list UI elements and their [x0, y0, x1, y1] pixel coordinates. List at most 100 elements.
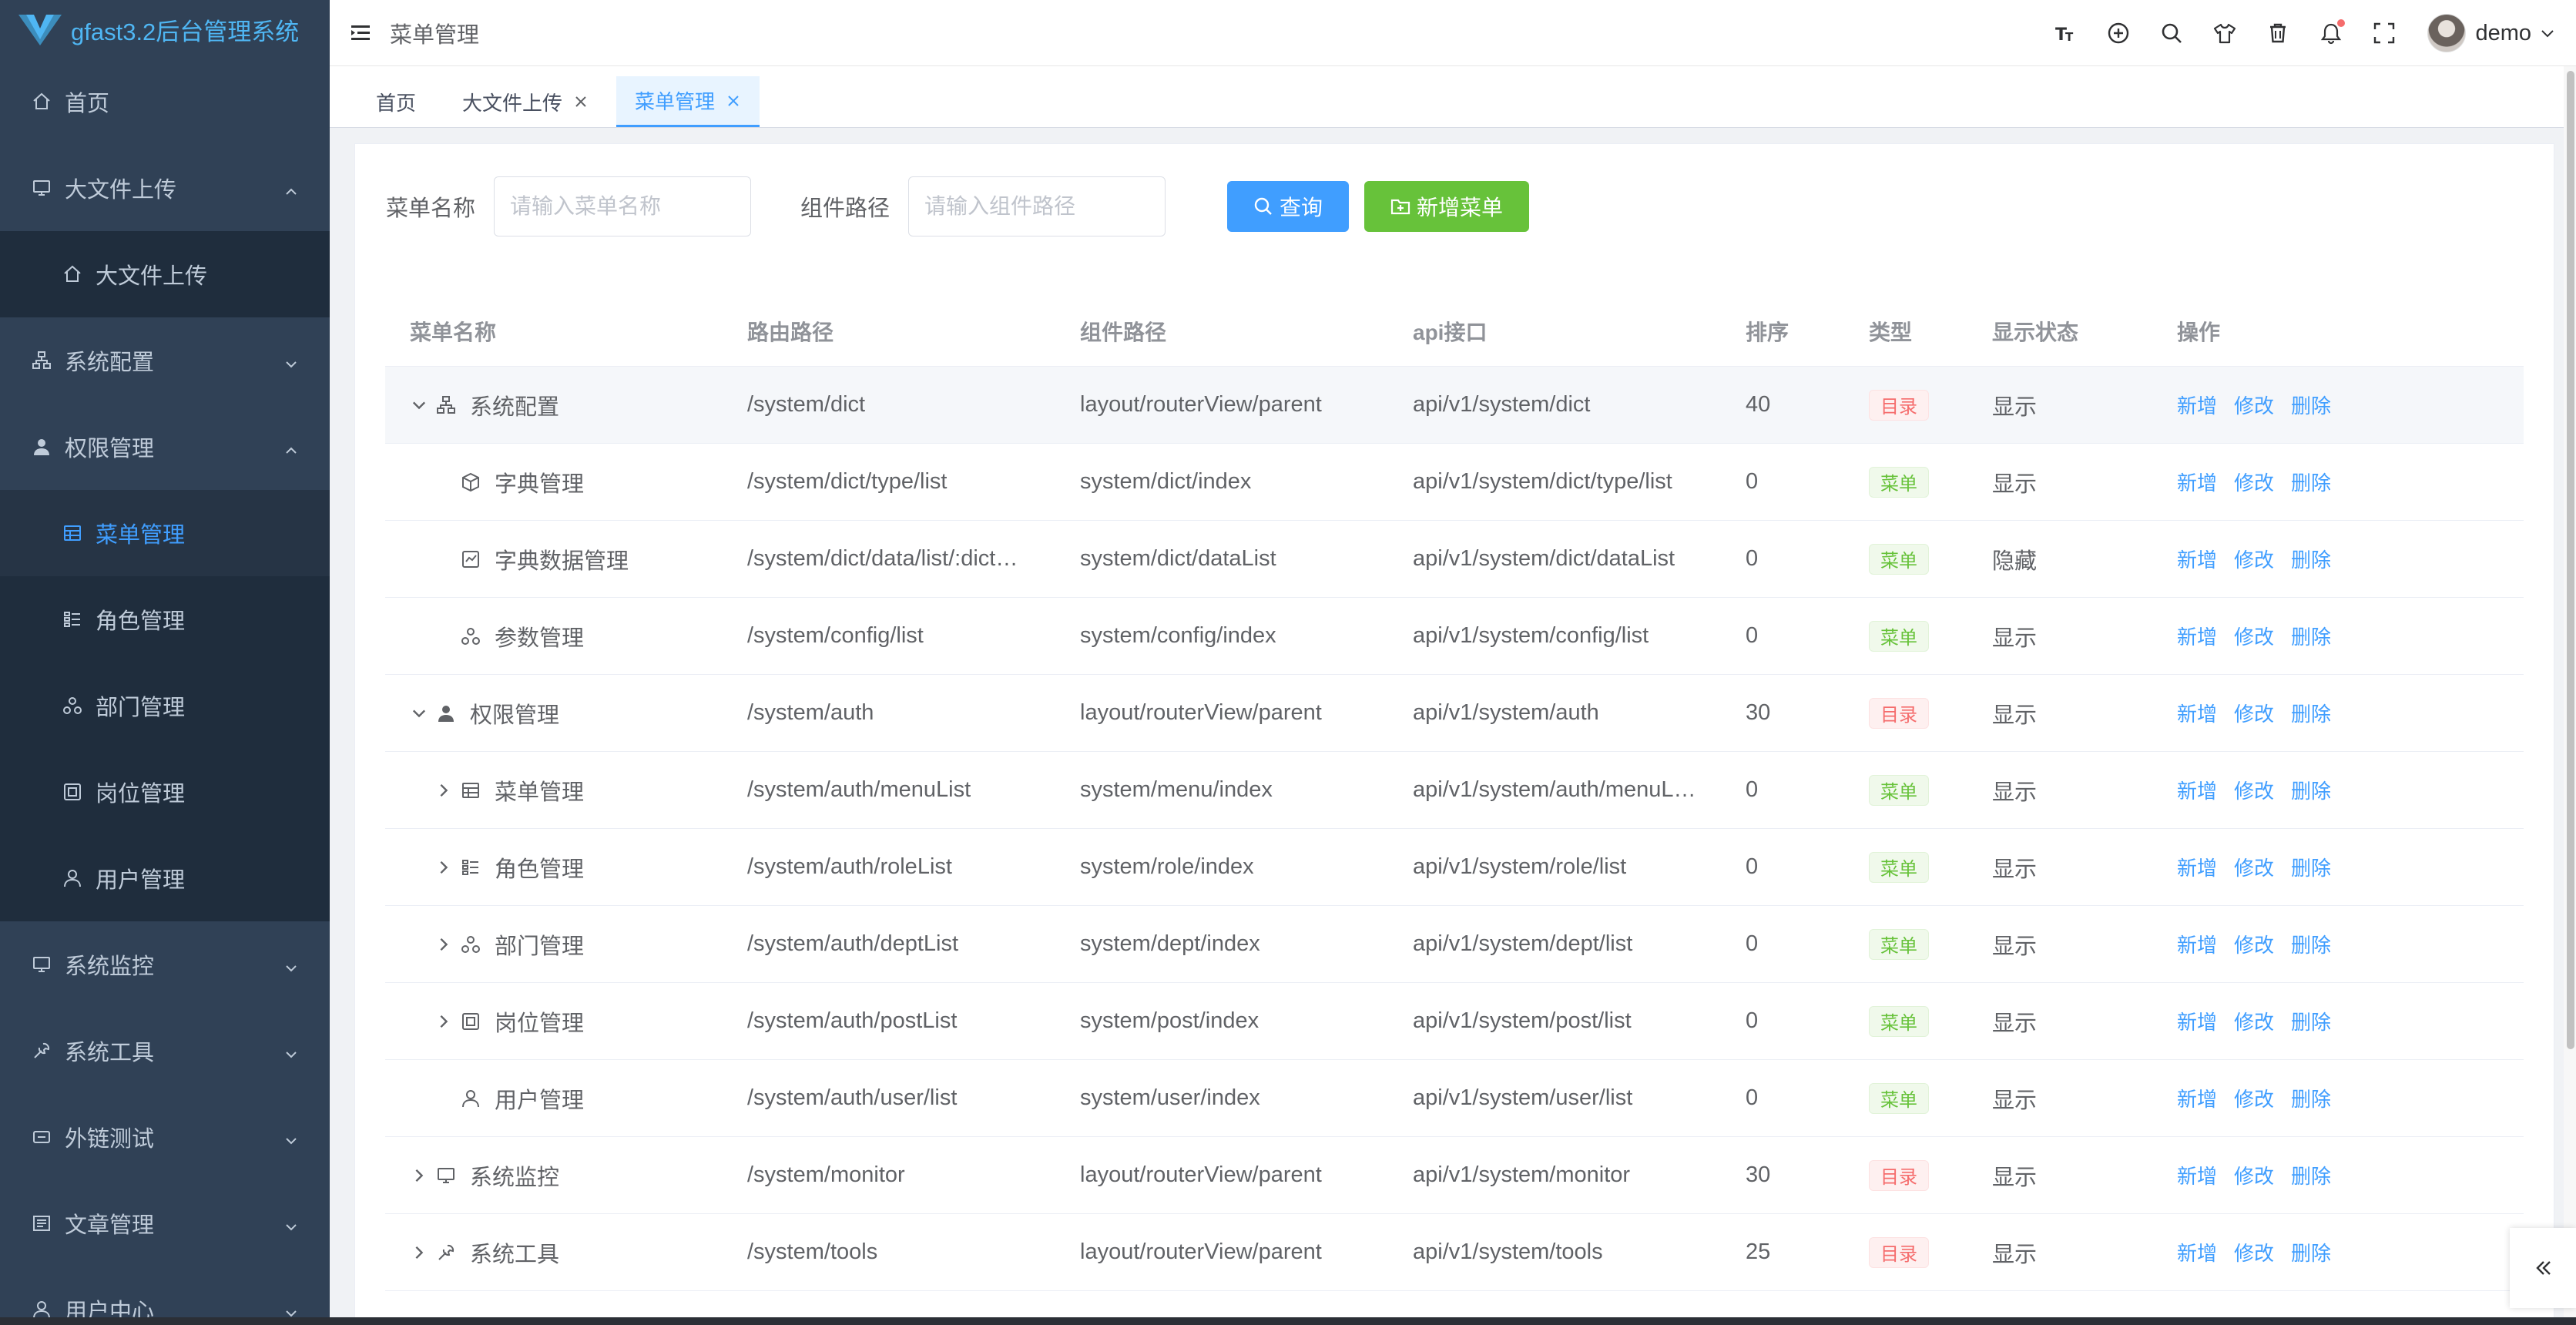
scrollbar-thumb[interactable]: [2567, 71, 2574, 1049]
sidebar-item-13[interactable]: 文章管理: [0, 1180, 330, 1266]
avatar[interactable]: [2427, 14, 2467, 52]
add-button[interactable]: 新增: [2177, 776, 2217, 804]
hamburger-icon[interactable]: [350, 22, 373, 45]
column-header[interactable]: 类型: [1869, 296, 1984, 366]
sidebar-item-11[interactable]: 系统工具: [0, 1008, 330, 1094]
sidebar-item-2[interactable]: 大文件上传: [0, 231, 330, 317]
table-row[interactable]: 角色管理/system/auth/roleList system/role/ind…: [385, 829, 2524, 906]
sidebar-item-0[interactable]: 首页: [0, 59, 330, 145]
table-row[interactable]: 菜单管理/system/auth/menuList system/menu/ind…: [385, 752, 2524, 829]
table-row[interactable]: 字典管理/system/dict/type/list system/dict/in…: [385, 444, 2524, 521]
delete-button[interactable]: 删除: [2291, 1007, 2331, 1035]
chevron-down-icon[interactable]: [410, 396, 428, 414]
column-header[interactable]: 路由路径: [747, 296, 1071, 366]
plus-circle-icon[interactable]: [2105, 19, 2132, 47]
delete-button[interactable]: 删除: [2291, 776, 2331, 804]
column-header[interactable]: 显示状态: [1992, 296, 2169, 366]
tab-2[interactable]: 菜单管理: [616, 76, 760, 127]
chevron-right-icon[interactable]: [434, 858, 453, 877]
component-path-input[interactable]: [908, 176, 1166, 236]
table-row[interactable]: 字典数据管理/system/dict/data/list/:dict… syste…: [385, 521, 2524, 598]
delete-button[interactable]: 删除: [2291, 1084, 2331, 1112]
add-button[interactable]: 新增: [2177, 853, 2217, 881]
username[interactable]: demo: [2475, 21, 2531, 46]
query-button[interactable]: 查询: [1227, 181, 1350, 232]
add-button[interactable]: 新增: [2177, 1084, 2217, 1112]
delete-button[interactable]: 删除: [2291, 391, 2331, 419]
edit-button[interactable]: 修改: [2234, 545, 2274, 573]
collapse-panel-button[interactable]: [2510, 1228, 2576, 1308]
table-row[interactable]: 系统监控/system/monitor layout/routerView/par…: [385, 1137, 2524, 1214]
delete-button[interactable]: 删除: [2291, 853, 2331, 881]
edit-button[interactable]: 修改: [2234, 699, 2274, 727]
delete-button[interactable]: 删除: [2291, 930, 2331, 958]
table-row[interactable]: 系统工具/system/tools layout/routerView/paren…: [385, 1214, 2524, 1291]
column-header[interactable]: 组件路径: [1080, 296, 1404, 366]
search-icon[interactable]: [2158, 19, 2185, 47]
sidebar-item-7[interactable]: 部门管理: [0, 662, 330, 749]
add-button[interactable]: 新增: [2177, 930, 2217, 958]
column-header[interactable]: 排序: [1746, 296, 1861, 366]
app-logo[interactable]: gfast3.2后台管理系统: [0, 0, 330, 59]
edit-button[interactable]: 修改: [2234, 1238, 2274, 1266]
delete-button[interactable]: 删除: [2291, 1161, 2331, 1189]
sidebar-item-6[interactable]: 角色管理: [0, 576, 330, 662]
trash-icon[interactable]: [2264, 19, 2292, 47]
sidebar-item-12[interactable]: 外链测试: [0, 1094, 330, 1180]
add-button[interactable]: 新增: [2177, 545, 2217, 573]
add-button[interactable]: 新增: [2177, 1238, 2217, 1266]
edit-button[interactable]: 修改: [2234, 622, 2274, 650]
edit-button[interactable]: 修改: [2234, 853, 2274, 881]
chevron-right-icon[interactable]: [434, 935, 453, 954]
menu-name-input[interactable]: [494, 176, 752, 236]
close-icon[interactable]: [573, 94, 589, 109]
table-row[interactable]: 参数管理/system/config/list system/config/ind…: [385, 598, 2524, 675]
sidebar-item-14[interactable]: 用户中心: [0, 1266, 330, 1325]
sidebar-item-1[interactable]: 大文件上传: [0, 145, 330, 231]
bell-icon[interactable]: [2317, 19, 2346, 47]
delete-button[interactable]: 删除: [2291, 545, 2331, 573]
chevron-right-icon[interactable]: [434, 781, 453, 800]
edit-button[interactable]: 修改: [2234, 1161, 2274, 1189]
chevron-right-icon[interactable]: [434, 1012, 453, 1031]
add-button[interactable]: 新增: [2177, 1007, 2217, 1035]
fullscreen-icon[interactable]: [2370, 19, 2398, 47]
table-row[interactable]: 岗位管理/system/auth/postList system/post/ind…: [385, 983, 2524, 1060]
tab-0[interactable]: 首页: [357, 76, 434, 127]
add-button[interactable]: 新增: [2177, 699, 2217, 727]
delete-button[interactable]: 删除: [2291, 468, 2331, 496]
delete-button[interactable]: 删除: [2291, 622, 2331, 650]
sidebar-item-5[interactable]: 菜单管理: [0, 490, 330, 576]
chevron-right-icon[interactable]: [410, 1243, 428, 1262]
sidebar-item-4[interactable]: 权限管理: [0, 404, 330, 490]
add-menu-button[interactable]: 新增菜单: [1364, 181, 1530, 232]
column-header[interactable]: 菜单名称: [410, 296, 741, 366]
column-header[interactable]: api接口: [1413, 296, 1736, 366]
delete-button[interactable]: 删除: [2291, 699, 2331, 727]
font-size-icon[interactable]: TT: [2051, 19, 2079, 47]
edit-button[interactable]: 修改: [2234, 776, 2274, 804]
table-row[interactable]: 权限管理/system/auth layout/routerView/parent…: [385, 675, 2524, 752]
sidebar-item-8[interactable]: 岗位管理: [0, 749, 330, 835]
sidebar-item-10[interactable]: 系统监控: [0, 921, 330, 1008]
close-icon[interactable]: [726, 93, 741, 109]
add-button[interactable]: 新增: [2177, 1161, 2217, 1189]
sidebar-item-9[interactable]: 用户管理: [0, 835, 330, 921]
tab-1[interactable]: 大文件上传: [444, 76, 607, 127]
add-button[interactable]: 新增: [2177, 391, 2217, 419]
shirt-icon[interactable]: [2211, 19, 2239, 47]
table-row[interactable]: 用户管理/system/auth/user/list system/user/in…: [385, 1060, 2524, 1137]
add-button[interactable]: 新增: [2177, 468, 2217, 496]
chevron-down-icon[interactable]: [410, 704, 428, 723]
column-header[interactable]: 操作: [2177, 296, 2408, 366]
sidebar-item-3[interactable]: 系统配置: [0, 317, 330, 404]
edit-button[interactable]: 修改: [2234, 468, 2274, 496]
edit-button[interactable]: 修改: [2234, 1084, 2274, 1112]
delete-button[interactable]: 删除: [2291, 1238, 2331, 1266]
table-row[interactable]: 系统配置/system/dict layout/routerView/parent…: [385, 367, 2524, 444]
table-row[interactable]: 部门管理/system/auth/deptList system/dept/ind…: [385, 906, 2524, 983]
chevron-down-icon[interactable]: [2539, 25, 2556, 42]
add-button[interactable]: 新增: [2177, 622, 2217, 650]
edit-button[interactable]: 修改: [2234, 930, 2274, 958]
edit-button[interactable]: 修改: [2234, 1007, 2274, 1035]
